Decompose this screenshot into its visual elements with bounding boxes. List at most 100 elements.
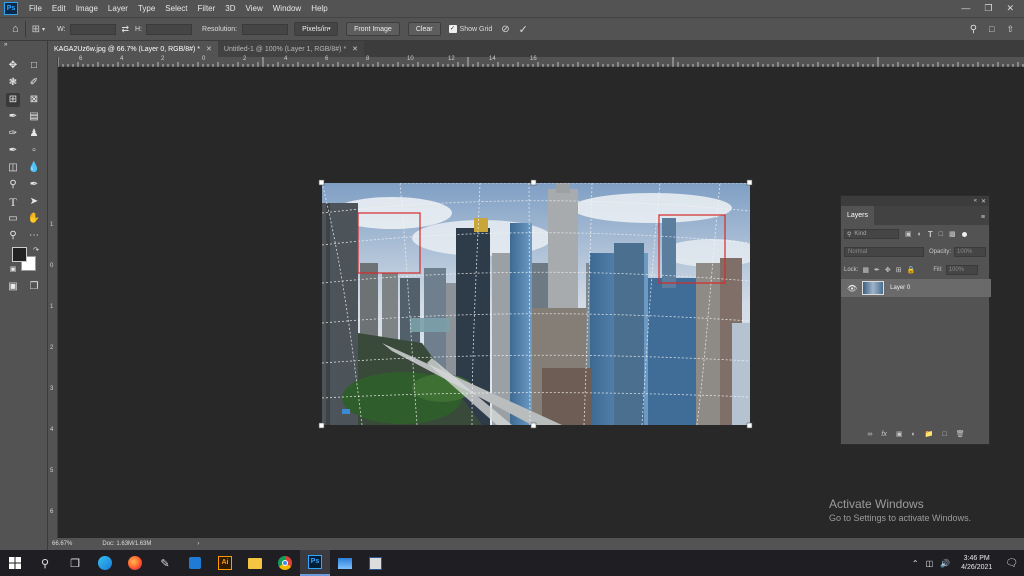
search-icon[interactable]: ⚲ <box>30 550 60 576</box>
width-input[interactable] <box>69 23 116 35</box>
chrome-icon[interactable] <box>270 550 300 576</box>
menu-filter[interactable]: Filter <box>193 4 221 13</box>
share-icon[interactable]: ⇧ <box>1006 24 1014 35</box>
edge-icon[interactable] <box>90 550 120 576</box>
tab-layers[interactable]: Layers <box>841 206 875 225</box>
menu-select[interactable]: Select <box>160 4 192 13</box>
close-panel-icon[interactable]: ✕ <box>981 198 986 205</box>
filter-toggle-icon[interactable] <box>961 231 967 237</box>
swap-dimensions-icon[interactable]: ⇄ <box>122 24 130 35</box>
status-menu-arrow-icon[interactable]: › <box>197 541 199 547</box>
dodge-tool-icon[interactable]: ⚲ <box>6 178 20 192</box>
clear-button[interactable]: Clear <box>407 22 441 36</box>
close-icon[interactable]: ✕ <box>1006 3 1014 14</box>
blur-tool-icon[interactable]: 💧 <box>27 161 41 175</box>
transform-handle[interactable] <box>746 422 753 429</box>
transform-handle[interactable] <box>318 422 325 429</box>
photos-icon[interactable] <box>330 550 360 576</box>
volume-icon[interactable]: 🔊 <box>940 559 950 568</box>
menu-window[interactable]: Window <box>268 4 306 13</box>
home-icon[interactable]: ⌂ <box>12 23 19 35</box>
gradient-tool-icon[interactable]: ◫ <box>6 161 20 175</box>
store-icon[interactable] <box>180 550 210 576</box>
transform-handle[interactable] <box>318 179 325 186</box>
show-grid-checkbox[interactable]: ✓ <box>448 25 457 33</box>
type-tool-icon[interactable]: T <box>6 195 20 209</box>
transform-bounding-box[interactable] <box>318 179 754 429</box>
paint-icon[interactable]: ✎ <box>150 550 180 576</box>
filter-smart-object-icon[interactable]: ▩ <box>949 230 956 238</box>
collapse-arrows-icon[interactable]: » <box>0 41 48 49</box>
lock-artboard-icon[interactable]: ⊞ <box>896 266 902 274</box>
eye-icon[interactable]: 👁 <box>847 284 857 293</box>
notifications-icon[interactable]: 🗨 <box>1005 558 1018 569</box>
transform-handle[interactable] <box>530 422 537 429</box>
commit-icon[interactable]: ✓ <box>519 23 528 36</box>
workspace-icon[interactable]: □ <box>989 24 994 34</box>
foreground-color-swatch[interactable] <box>12 247 27 262</box>
frame-tool-icon[interactable]: ⊠ <box>27 93 41 107</box>
restore-icon[interactable]: ❐ <box>984 3 992 14</box>
filter-pixel-icon[interactable]: ▣ <box>905 230 912 238</box>
firefox-icon[interactable] <box>120 550 150 576</box>
brush-tool-icon[interactable]: ✑ <box>6 127 20 141</box>
menu-layer[interactable]: Layer <box>103 4 133 13</box>
start-button[interactable] <box>0 550 30 576</box>
filter-shape-icon[interactable]: □ <box>939 231 943 238</box>
tab-document-2[interactable]: Untitled-1 @ 100% (Layer 1, RGB/8#) * ✕ <box>217 41 365 57</box>
fx-icon[interactable]: fx <box>881 431 886 438</box>
chevron-up-icon[interactable]: ⌃ <box>912 559 919 568</box>
hand-tool-icon[interactable]: ✋ <box>27 212 41 226</box>
more-tools-icon[interactable]: ⋯ <box>27 229 41 243</box>
filter-type-icon[interactable]: T <box>928 230 933 239</box>
menu-image[interactable]: Image <box>71 4 103 13</box>
kind-filter-select[interactable]: ⚲ Kind <box>844 229 899 239</box>
panel-menu-icon[interactable]: ≡ <box>981 214 985 221</box>
menu-file[interactable]: File <box>24 4 47 13</box>
crop-tool-icon[interactable]: ⊞ <box>6 93 20 107</box>
menu-view[interactable]: View <box>241 4 268 13</box>
resolution-input[interactable] <box>242 23 289 35</box>
default-colors-icon[interactable]: ▣ <box>6 263 20 277</box>
menu-3d[interactable]: 3D <box>220 4 240 13</box>
adjustment-layer-icon[interactable]: ◐ <box>912 431 916 438</box>
clone-stamp-tool-icon[interactable]: ♟ <box>27 127 41 141</box>
quick-mask-icon[interactable]: ▣ <box>6 280 20 294</box>
pen-tool-icon[interactable]: ✒ <box>27 178 41 192</box>
menu-edit[interactable]: Edit <box>47 4 71 13</box>
network-icon[interactable]: ◫ <box>926 559 934 568</box>
layer-row[interactable]: 👁 Layer 0 <box>841 279 991 297</box>
eyedropper-tool-icon[interactable]: ✒ <box>6 110 20 124</box>
trash-icon[interactable]: 🗑 <box>956 430 965 438</box>
tool-preset-arrow-icon[interactable]: ▾ <box>42 26 45 33</box>
new-group-icon[interactable]: 📁 <box>925 430 934 438</box>
height-input[interactable] <box>146 23 193 35</box>
close-tab-icon[interactable]: ✕ <box>352 45 358 53</box>
move-tool-icon[interactable]: ✥ <box>6 59 20 73</box>
lock-image-icon[interactable]: ✒ <box>874 266 880 274</box>
menu-type[interactable]: Type <box>133 4 160 13</box>
blend-mode-select[interactable]: Normal <box>844 247 924 257</box>
zoom-tool-icon[interactable]: ⚲ <box>6 229 20 243</box>
lock-transparent-icon[interactable]: ▦ <box>862 266 869 274</box>
task-view-icon[interactable]: ❐ <box>60 550 90 576</box>
lasso-tool-icon[interactable]: ❃ <box>6 76 20 90</box>
lock-all-icon[interactable]: 🔒 <box>907 266 916 274</box>
path-selection-tool-icon[interactable]: ➤ <box>27 195 41 209</box>
close-tab-icon[interactable]: ✕ <box>206 45 212 53</box>
units-select[interactable]: Pixels/in ▾ <box>294 22 339 36</box>
crop-tool-icon[interactable]: ⊞ <box>32 24 40 35</box>
transform-handle[interactable] <box>746 179 753 186</box>
tab-document-1[interactable]: KAGA2Uz6w.jpg @ 66.7% (Layer 0, RGB/8#) … <box>48 41 218 57</box>
new-layer-icon[interactable]: □ <box>942 431 946 438</box>
add-mask-icon[interactable]: ▣ <box>896 430 903 438</box>
minimize-icon[interactable]: — <box>961 3 970 14</box>
word-icon[interactable] <box>360 550 390 576</box>
search-icon[interactable]: ⚲ <box>970 24 977 35</box>
photoshop-taskbar-icon[interactable]: Ps <box>300 550 330 576</box>
swap-colors-icon[interactable]: ↷ <box>29 244 43 258</box>
eraser-tool-icon[interactable]: ▫ <box>27 144 41 158</box>
front-image-button[interactable]: Front Image <box>346 22 400 36</box>
fill-input[interactable]: 100% <box>945 265 978 275</box>
screen-mode-icon[interactable]: ❐ <box>27 280 41 294</box>
